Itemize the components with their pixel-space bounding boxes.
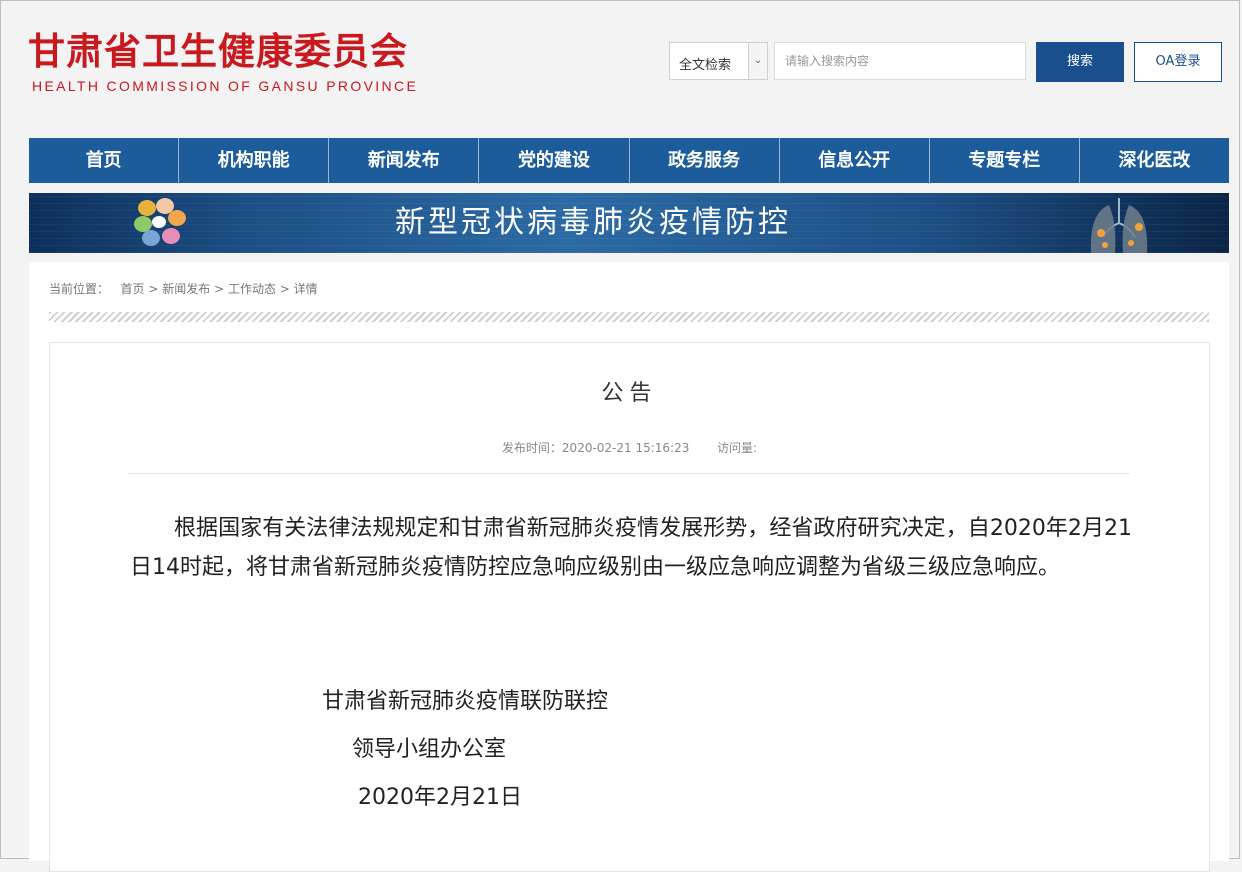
search-button[interactable]: 搜索	[1036, 42, 1124, 82]
banner-title: 新型冠状病毒肺炎疫情防控	[395, 205, 791, 240]
nav-item-home[interactable]: 首页	[29, 138, 180, 183]
breadcrumb-separator: >	[148, 282, 159, 296]
content-panel: 当前位置： 首页 > 新闻发布 > 工作动态 > 详情 公告 发布时间：2020…	[29, 262, 1229, 872]
nav-item-disclosure[interactable]: 信息公开	[780, 138, 930, 183]
breadcrumb-label: 当前位置：	[49, 282, 110, 296]
site-logo-subtitle: HEALTH COMMISSION OF GANSU PROVINCE	[32, 78, 419, 94]
article-body: 根据国家有关法律法规规定和甘肃省新冠肺炎疫情发展形势，经省政府研究决定，自202…	[130, 516, 1132, 580]
breadcrumb-item-home[interactable]: 首页	[120, 282, 144, 296]
breadcrumb-separator: >	[214, 282, 225, 296]
nav-item-reform[interactable]: 深化医改	[1080, 138, 1229, 183]
nav-item-party[interactable]: 党的建设	[479, 138, 630, 183]
view-count-label: 访问量:	[717, 441, 758, 455]
signature-date: 2020年2月21日	[358, 785, 522, 810]
covid-banner[interactable]: 新型冠状病毒肺炎疫情防控	[29, 193, 1229, 253]
breadcrumb: 当前位置： 首页 > 新闻发布 > 工作动态 > 详情	[49, 280, 318, 297]
search-scope-value: 全文检索	[679, 58, 732, 73]
oa-login-button[interactable]: OA登录	[1134, 42, 1222, 82]
breadcrumb-separator: >	[279, 282, 290, 296]
search-input[interactable]	[774, 42, 1026, 80]
lung-icon	[1090, 198, 1148, 253]
hatch-divider	[49, 312, 1209, 322]
nav-item-news[interactable]: 新闻发布	[329, 138, 480, 183]
nav-item-topics[interactable]: 专题专栏	[930, 138, 1080, 183]
main-nav: 首页 机构职能 新闻发布 党的建设 政务服务 信息公开 专题专栏 深化医改	[29, 138, 1229, 183]
nav-item-functions[interactable]: 机构职能	[179, 138, 330, 183]
search-scope-select[interactable]: 全文检索 ⌄	[669, 42, 768, 80]
signature-office: 领导小组办公室	[352, 737, 507, 762]
article-title: 公告	[601, 381, 658, 406]
banner-emblem-icon	[134, 198, 186, 246]
publish-time: 发布时间：2020-02-21 15:16:23	[501, 441, 690, 455]
site-logo-title[interactable]: 甘肃省卫生健康委员会	[28, 32, 408, 72]
breadcrumb-item-work[interactable]: 工作动态	[228, 282, 276, 296]
chevron-down-icon[interactable]: ⌄	[748, 43, 767, 79]
signature-organization: 甘肃省新冠肺炎疫情联防联控	[322, 689, 609, 714]
article-meta: 发布时间：2020-02-21 15:16:23 访问量:	[50, 439, 1209, 456]
title-divider	[128, 473, 1130, 474]
breadcrumb-item-detail: 详情	[293, 282, 318, 296]
article-card: 公告 发布时间：2020-02-21 15:16:23 访问量: 根据国家有关法…	[49, 342, 1210, 872]
nav-item-services[interactable]: 政务服务	[630, 138, 780, 183]
breadcrumb-item-news[interactable]: 新闻发布	[162, 282, 210, 296]
